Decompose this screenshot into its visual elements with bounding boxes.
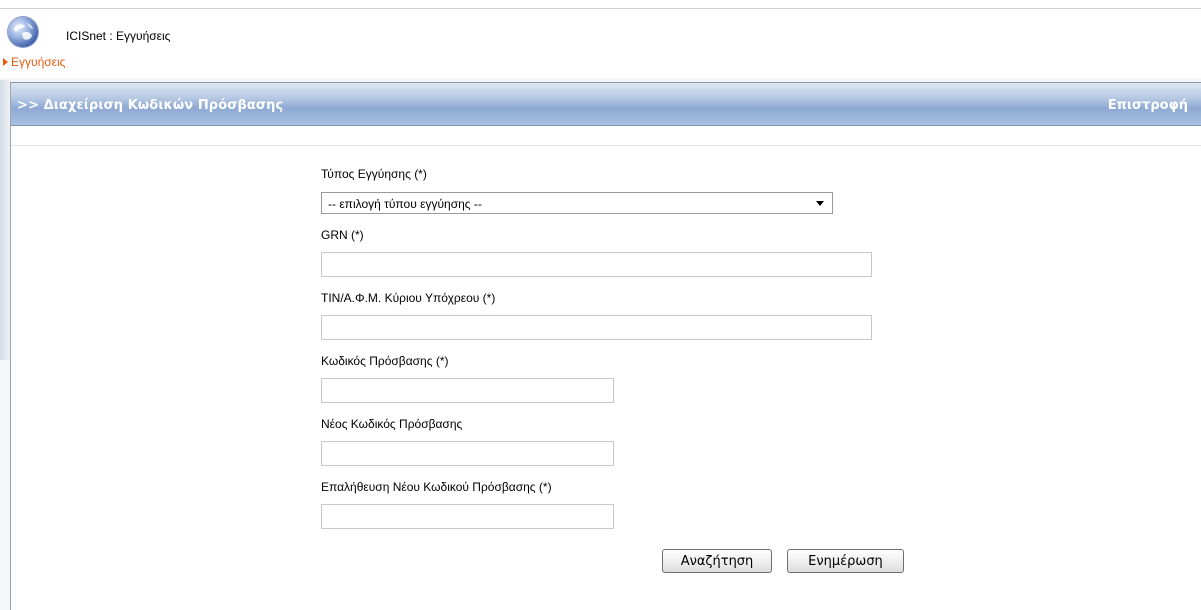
panel-title: >> Διαχείριση Κωδικών Πρόσβασης	[17, 98, 284, 113]
app-title: ICISnet : Εγγυήσεις	[66, 29, 171, 43]
left-side-strip	[0, 80, 10, 360]
top-divider	[0, 8, 1201, 9]
dropdown-arrow-icon	[816, 201, 824, 206]
tin-label: TIN/Α.Φ.Μ. Κύριου Υπόχρεου (*)	[321, 291, 496, 305]
grn-input[interactable]	[321, 252, 872, 277]
guarantee-type-select[interactable]: -- επιλογή τύπου εγγύησης --	[321, 192, 833, 214]
confirm-new-access-code-input[interactable]	[321, 504, 614, 529]
access-code-input[interactable]	[321, 378, 614, 403]
tin-input[interactable]	[321, 315, 872, 340]
panel-header: >> Διαχείριση Κωδικών Πρόσβασης Επιστροφ…	[11, 83, 1201, 126]
grn-label: GRN (*)	[321, 228, 364, 242]
globe-icon	[8, 17, 38, 47]
search-button[interactable]: Αναζήτηση	[662, 549, 772, 573]
confirm-new-access-code-label: Επαλήθευση Νέου Κωδικού Πρόσβασης (*)	[321, 480, 552, 494]
app-header: ICISnet : Εγγυήσεις	[8, 14, 170, 50]
guarantee-type-label: Τύπος Εγγύησης (*)	[321, 167, 427, 181]
breadcrumb[interactable]: Εγγυήσεις	[3, 55, 65, 69]
update-button[interactable]: Ενημέρωση	[787, 549, 904, 573]
new-access-code-input[interactable]	[321, 441, 614, 466]
breadcrumb-arrow-icon	[3, 58, 8, 66]
guarantee-type-selected-value: -- επιλογή τύπου εγγύησης --	[328, 197, 482, 211]
access-code-label: Κωδικός Πρόσβασης (*)	[321, 354, 449, 368]
back-link[interactable]: Επιστροφή	[1108, 98, 1188, 113]
new-access-code-label: Νέος Κωδικός Πρόσβασης	[321, 417, 463, 431]
page: ICISnet : Εγγυήσεις Εγγυήσεις >> Διαχείρ…	[0, 0, 1201, 610]
access-codes-panel: >> Διαχείριση Κωδικών Πρόσβασης Επιστροφ…	[10, 82, 1201, 610]
panel-divider	[11, 145, 1201, 146]
breadcrumb-item-guarantees[interactable]: Εγγυήσεις	[11, 55, 65, 69]
